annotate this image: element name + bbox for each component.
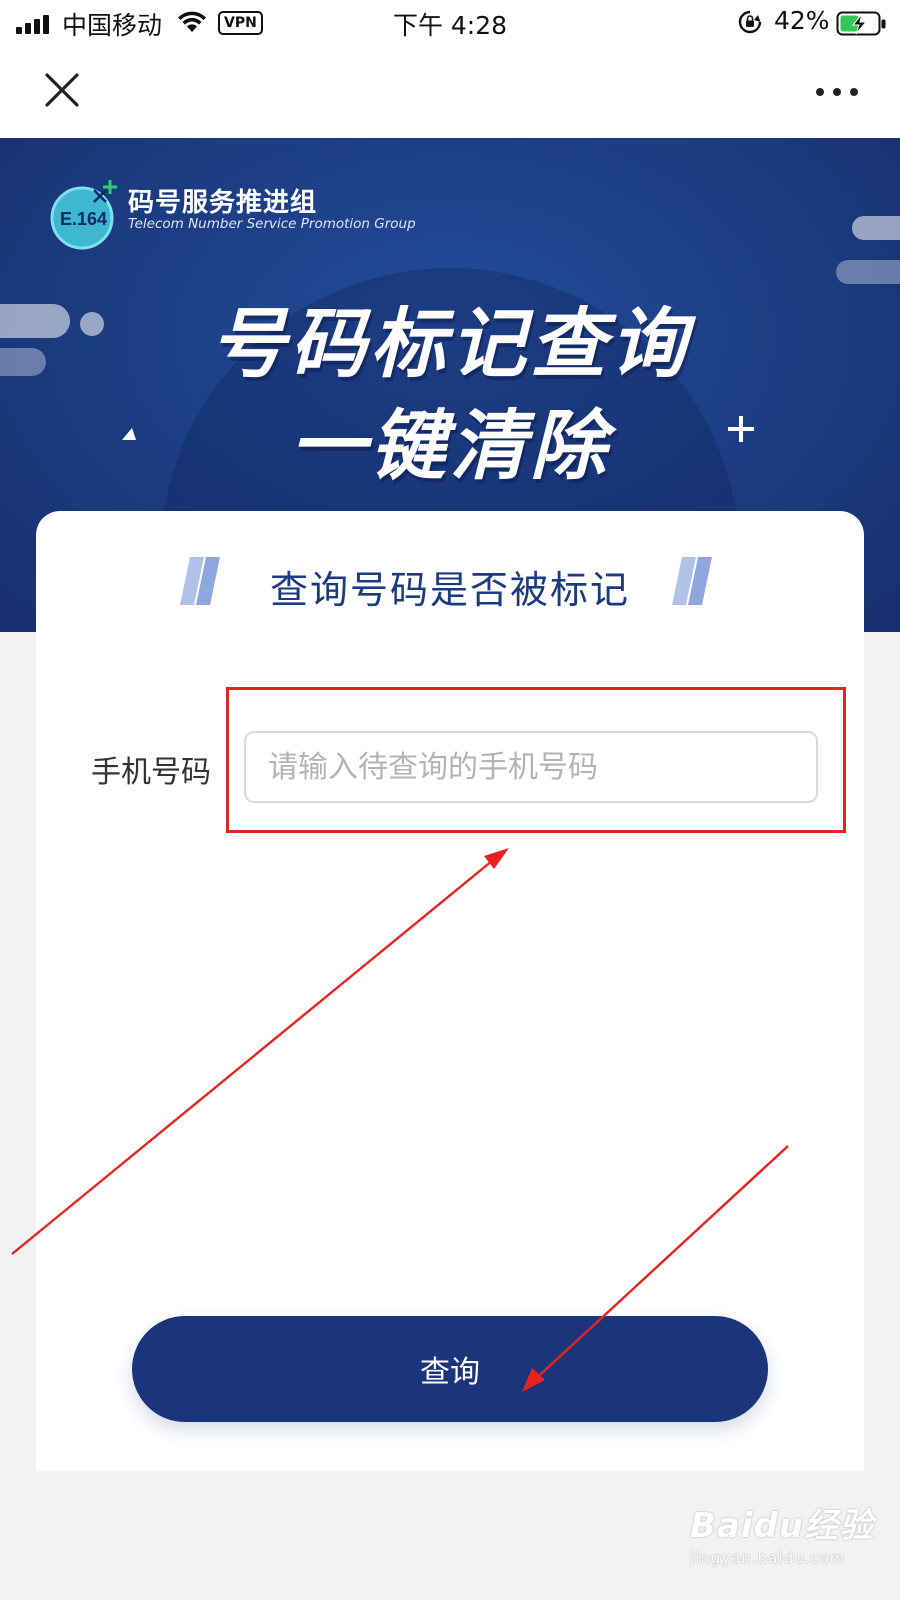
banner-headline: 号码标记查询 bbox=[210, 299, 690, 388]
rotation-lock-icon bbox=[738, 10, 762, 34]
watermark: Baidu经验 jingyan.baidu.com bbox=[690, 1498, 874, 1567]
query-button[interactable]: 查询 bbox=[132, 1316, 768, 1422]
query-card: 查询号码是否被标记 手机号码 查询 bbox=[36, 511, 864, 1471]
annotation-highlight-box bbox=[226, 687, 846, 833]
title-decoration-icon bbox=[672, 557, 712, 605]
cloud-decoration bbox=[836, 260, 900, 284]
logo-icon: E.164 bbox=[50, 180, 117, 250]
cloud-decoration bbox=[852, 216, 900, 240]
status-time: 下午 4:28 bbox=[392, 11, 508, 40]
org-name-english: Telecom Number Service Promotion Group bbox=[128, 216, 416, 232]
status-bar: 中国移动 VPN 下午 4:28 42% bbox=[0, 0, 900, 46]
phone-number-label: 手机号码 bbox=[91, 755, 211, 790]
battery-charging-icon bbox=[836, 11, 886, 36]
card-title: 查询号码是否被标记 bbox=[269, 568, 630, 612]
nav-bar bbox=[0, 46, 900, 138]
battery-percentage: 42% bbox=[774, 6, 830, 35]
more-options-icon[interactable] bbox=[812, 82, 862, 102]
close-icon[interactable] bbox=[42, 70, 82, 110]
watermark-brand: Baidu经验 bbox=[690, 1506, 875, 1546]
banner-subheadline: 一键清除 bbox=[290, 401, 610, 490]
svg-text:E.164: E.164 bbox=[60, 209, 107, 229]
org-name: 码号服务推进组 bbox=[128, 188, 318, 218]
watermark-url: jingyan.baidu.com bbox=[690, 1549, 846, 1567]
